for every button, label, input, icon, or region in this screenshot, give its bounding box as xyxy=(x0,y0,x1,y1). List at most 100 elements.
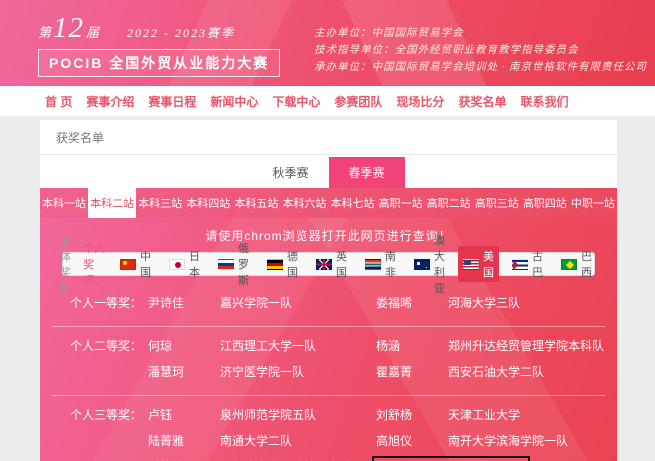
tab-undergrad-station-4[interactable]: 本科四站 xyxy=(184,188,232,218)
competition-branding: 第12届 2022 - 2023赛季 POCIB 全国外贸从业能力大赛 xyxy=(38,12,280,77)
award-entry: 卢钰 泉州师范学院五队 xyxy=(148,406,376,423)
tab-undergrad-station-3[interactable]: 本科三站 xyxy=(136,188,184,218)
tab-spring-season[interactable]: 春季赛 xyxy=(329,157,405,188)
tab-undergrad-station-2[interactable]: 本科二站 xyxy=(88,188,136,218)
winner-team: 西安石油大学二队 xyxy=(448,363,544,380)
award-entry: 刘舒杨 天津工业大学 xyxy=(376,406,617,423)
panel-title: 获奖名单 xyxy=(40,120,617,155)
award-entry: 潘慧珂 济宁医学院一队 xyxy=(148,363,376,380)
award-column: 娄福晞 河海大学三队 xyxy=(376,294,617,320)
tab-vocational-station-4[interactable]: 高职四站 xyxy=(521,188,569,218)
award-entry: 陆菁雅 南通大学二队 xyxy=(148,432,376,449)
award-entry: 高旭仪 南开大学滨海学院一队 xyxy=(376,432,617,449)
south-africa-flag-icon xyxy=(365,259,381,270)
uk-flag-icon xyxy=(316,259,332,270)
organizer-line: 承办单位：中国国际贸易学会培训处 · 南京世格软件有限责任公司 xyxy=(314,59,647,76)
country-filter-usa[interactable]: 美国 xyxy=(458,246,499,282)
nav-item-home[interactable]: 首 页 xyxy=(45,93,72,110)
individual-award-label[interactable]: 个人奖项： xyxy=(83,240,105,288)
legend-bar: 团体奖项 个人奖项： 中国 日本 俄罗斯 德国 英国 南非 澳大利亚 美国 古巴… xyxy=(62,252,595,276)
season-label: 2022 - 2023赛季 xyxy=(127,26,235,40)
edition-prefix: 第 xyxy=(38,25,51,40)
award-entry: 何琼 江西理工大学一队 xyxy=(148,337,376,354)
tab-undergrad-station-6[interactable]: 本科六站 xyxy=(280,188,328,218)
country-label: 英国 xyxy=(336,248,347,280)
country-filter-uk[interactable]: 英国 xyxy=(311,246,352,282)
tab-undergrad-station-7[interactable]: 本科七站 xyxy=(328,188,376,218)
winner-name: 卢钰 xyxy=(148,406,220,423)
site-header: 第12届 2022 - 2023赛季 POCIB 全国外贸从业能力大赛 主办单位：… xyxy=(0,0,655,86)
award-entry: 娄福晞 河海大学三队 xyxy=(376,294,617,311)
winner-name: 尹诗佳 xyxy=(148,294,220,311)
country-filter-south-africa[interactable]: 南非 xyxy=(360,246,401,282)
country-filter-germany[interactable]: 德国 xyxy=(262,246,303,282)
edition-number: 12 xyxy=(51,12,86,44)
russia-flag-icon xyxy=(218,259,234,270)
country-label: 美国 xyxy=(483,248,494,280)
cuba-flag-icon xyxy=(512,259,528,270)
country-filter-australia[interactable]: 澳大利亚 xyxy=(409,230,450,298)
country-label: 巴西 xyxy=(581,248,592,280)
award-column: 刘舒杨 天津工业大学 高旭仪 南开大学滨海学院一队 黄婉敏 广州华商学院 郑玉龙… xyxy=(376,406,617,461)
country-filter-cuba[interactable]: 古巴 xyxy=(507,246,548,282)
nav-item-schedule[interactable]: 赛事日程 xyxy=(148,93,196,110)
nav-item-news[interactable]: 新闻中心 xyxy=(210,93,258,110)
group-award-label[interactable]: 团体奖项 xyxy=(60,232,71,296)
organizer-info: 主办单位：中国国际贸易学会 技术指导单位：全国外经贸职业教育教学指导委员会 承办… xyxy=(314,25,647,76)
country-label: 古巴 xyxy=(532,248,543,280)
tab-vocational-station-3[interactable]: 高职三站 xyxy=(473,188,521,218)
winner-name: 高旭仪 xyxy=(376,432,448,449)
country-label: 中国 xyxy=(140,248,151,280)
winner-name: 瞿嘉菁 xyxy=(376,363,448,380)
station-tabs: 本科一站 本科二站 本科三站 本科四站 本科五站 本科六站 本科七站 高职一站 … xyxy=(40,188,617,218)
nav-item-intro[interactable]: 赛事介绍 xyxy=(86,93,134,110)
winner-team: 江西理工大学一队 xyxy=(220,337,316,354)
country-filter-russia[interactable]: 俄罗斯 xyxy=(213,238,254,290)
winner-team: 郑州升达经贸管理学院本科队 xyxy=(448,337,604,354)
country-filter-china[interactable]: 中国 xyxy=(115,246,156,282)
tab-undergrad-station-1[interactable]: 本科一站 xyxy=(40,188,88,218)
country-filter-japan[interactable]: 日本 xyxy=(164,246,205,282)
nav-item-download[interactable]: 下载中心 xyxy=(272,93,320,110)
nav-item-live-score[interactable]: 现场比分 xyxy=(396,93,444,110)
award-column: 尹诗佳 嘉兴学院一队 xyxy=(148,294,376,320)
tab-autumn-season[interactable]: 秋季赛 xyxy=(252,157,328,188)
winner-team: 嘉兴学院一队 xyxy=(220,294,292,311)
nav-item-teams[interactable]: 参赛团队 xyxy=(334,93,382,110)
winner-team: 泉州师范学院五队 xyxy=(220,406,316,423)
tab-secondary-station-1[interactable]: 中职一站 xyxy=(569,188,617,218)
awards-panel: 获奖名单 秋季赛 春季赛 本科一站 本科二站 本科三站 本科四站 本科五站 本科… xyxy=(40,120,617,461)
country-label: 日本 xyxy=(189,248,200,280)
season-tabs: 秋季赛 春季赛 xyxy=(40,155,617,188)
edition-suffix: 届 xyxy=(86,25,99,40)
winner-team: 南开大学滨海学院一队 xyxy=(448,432,568,449)
prize-label: 个人一等奖： xyxy=(70,294,148,320)
winner-name: 刘舒杨 xyxy=(376,406,448,423)
competition-name: POCIB 全国外贸从业能力大赛 xyxy=(38,49,280,77)
edition-line: 第12届 2022 - 2023赛季 xyxy=(38,12,280,45)
china-flag-icon xyxy=(120,259,136,270)
winner-name: 陆菁雅 xyxy=(148,432,220,449)
organizer-line: 技术指导单位：全国外经贸职业教育教学指导委员会 xyxy=(314,42,647,59)
winner-name: 杨涵 xyxy=(376,337,448,354)
awards-list: 个人一等奖： 尹诗佳 嘉兴学院一队 娄福晞 河海大学三队 个人二等奖： xyxy=(40,276,617,461)
brazil-flag-icon xyxy=(561,259,577,270)
australia-flag-icon xyxy=(414,259,430,270)
tab-vocational-station-1[interactable]: 高职一站 xyxy=(377,188,425,218)
winner-name: 何琼 xyxy=(148,337,220,354)
winner-team: 天津工业大学 xyxy=(448,406,520,423)
winner-team: 河海大学三队 xyxy=(448,294,520,311)
tab-vocational-station-2[interactable]: 高职二站 xyxy=(425,188,473,218)
second-prize-group: 个人二等奖： 何琼 江西理工大学一队 潘慧珂 济宁医学院一队 杨涵 郑州升达经贸… xyxy=(40,327,617,393)
germany-flag-icon xyxy=(267,259,283,270)
awards-content: 请使用chrom浏览器打开此网页进行查询！ 团体奖项 个人奖项： 中国 日本 俄… xyxy=(40,218,617,461)
nav-item-contact[interactable]: 联系我们 xyxy=(520,93,568,110)
country-filter-brazil[interactable]: 巴西 xyxy=(556,246,597,282)
nav-item-awards[interactable]: 获奖名单 xyxy=(458,93,506,110)
winner-name: 娄福晞 xyxy=(376,294,448,311)
third-prize-group: 个人三等奖： 卢钰 泉州师范学院五队 陆菁雅 南通大学二队 潘艳姣 北部湾大学经… xyxy=(40,396,617,461)
tab-undergrad-station-5[interactable]: 本科五站 xyxy=(232,188,280,218)
country-label: 德国 xyxy=(287,248,298,280)
country-label: 俄罗斯 xyxy=(238,240,249,288)
country-label: 南非 xyxy=(385,248,396,280)
